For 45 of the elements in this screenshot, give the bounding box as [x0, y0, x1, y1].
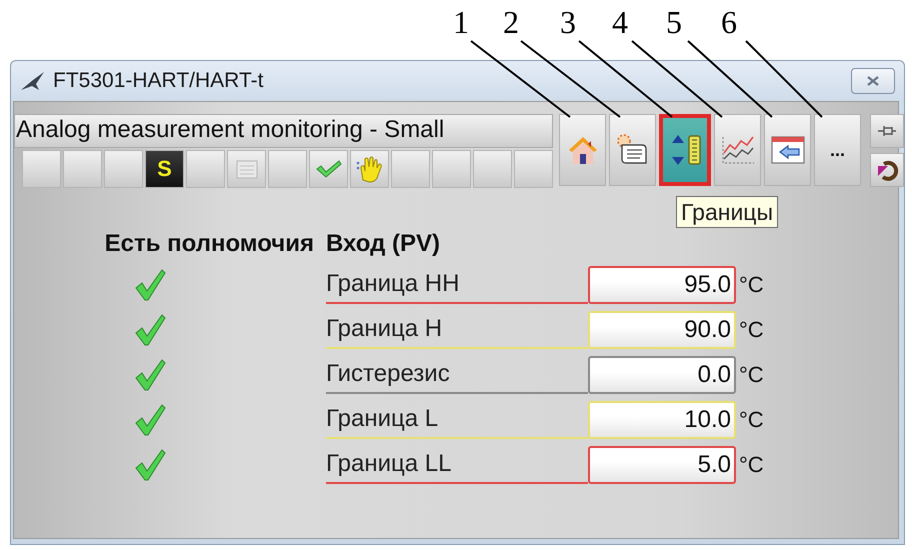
callout-number: 6 — [721, 6, 737, 38]
document-button[interactable] — [609, 114, 656, 186]
value-field[interactable]: 90.0 — [588, 310, 736, 348]
callout-number: 3 — [560, 6, 576, 38]
unit-label: °C — [738, 452, 765, 478]
status-slot — [391, 150, 430, 188]
value-field[interactable]: 95.0 — [588, 266, 736, 304]
unit-label: °C — [738, 406, 765, 432]
app-logo-icon — [19, 70, 45, 92]
close-button[interactable] — [851, 68, 895, 94]
unit-label: °C — [738, 272, 765, 298]
undo-button[interactable] — [870, 153, 904, 187]
check-icon — [314, 158, 342, 180]
faceplate-title: Analog measurement monitoring - Small — [14, 114, 553, 148]
callout-number: 2 — [503, 6, 519, 38]
trend-button[interactable] — [714, 114, 761, 186]
column-header: Вход (PV) — [326, 230, 442, 258]
callout-number: 4 — [612, 6, 628, 38]
unit-label: °C — [738, 362, 765, 388]
home-button[interactable] — [559, 114, 606, 186]
status-slot — [268, 150, 307, 188]
callout-number: 5 — [666, 6, 682, 38]
unit-label: °C — [738, 316, 765, 342]
window-title: FT5301-HART/HART-t — [53, 69, 264, 93]
limits-button[interactable] — [659, 114, 711, 186]
undo-icon — [875, 158, 899, 182]
tooltip: Границы — [676, 196, 778, 228]
value-field[interactable]: 0.0 — [588, 356, 736, 394]
column-header: Есть полномочия — [104, 230, 314, 258]
status-slot — [63, 150, 102, 188]
value-field[interactable]: 5.0 — [588, 446, 736, 484]
status-slot — [432, 150, 471, 188]
close-icon — [866, 75, 880, 87]
status-slot — [514, 150, 553, 188]
back-button[interactable] — [764, 114, 811, 186]
callout-number: 1 — [453, 6, 469, 38]
status-slot — [186, 150, 225, 188]
status-slot — [473, 150, 512, 188]
status-slot — [104, 150, 143, 188]
value-field[interactable]: 10.0 — [588, 400, 736, 438]
pin-button[interactable] — [870, 114, 904, 148]
status-slot — [22, 150, 61, 188]
more-button[interactable]: ... — [814, 114, 861, 186]
calendar-icon — [234, 158, 258, 180]
status-indicator: S — [145, 150, 184, 188]
